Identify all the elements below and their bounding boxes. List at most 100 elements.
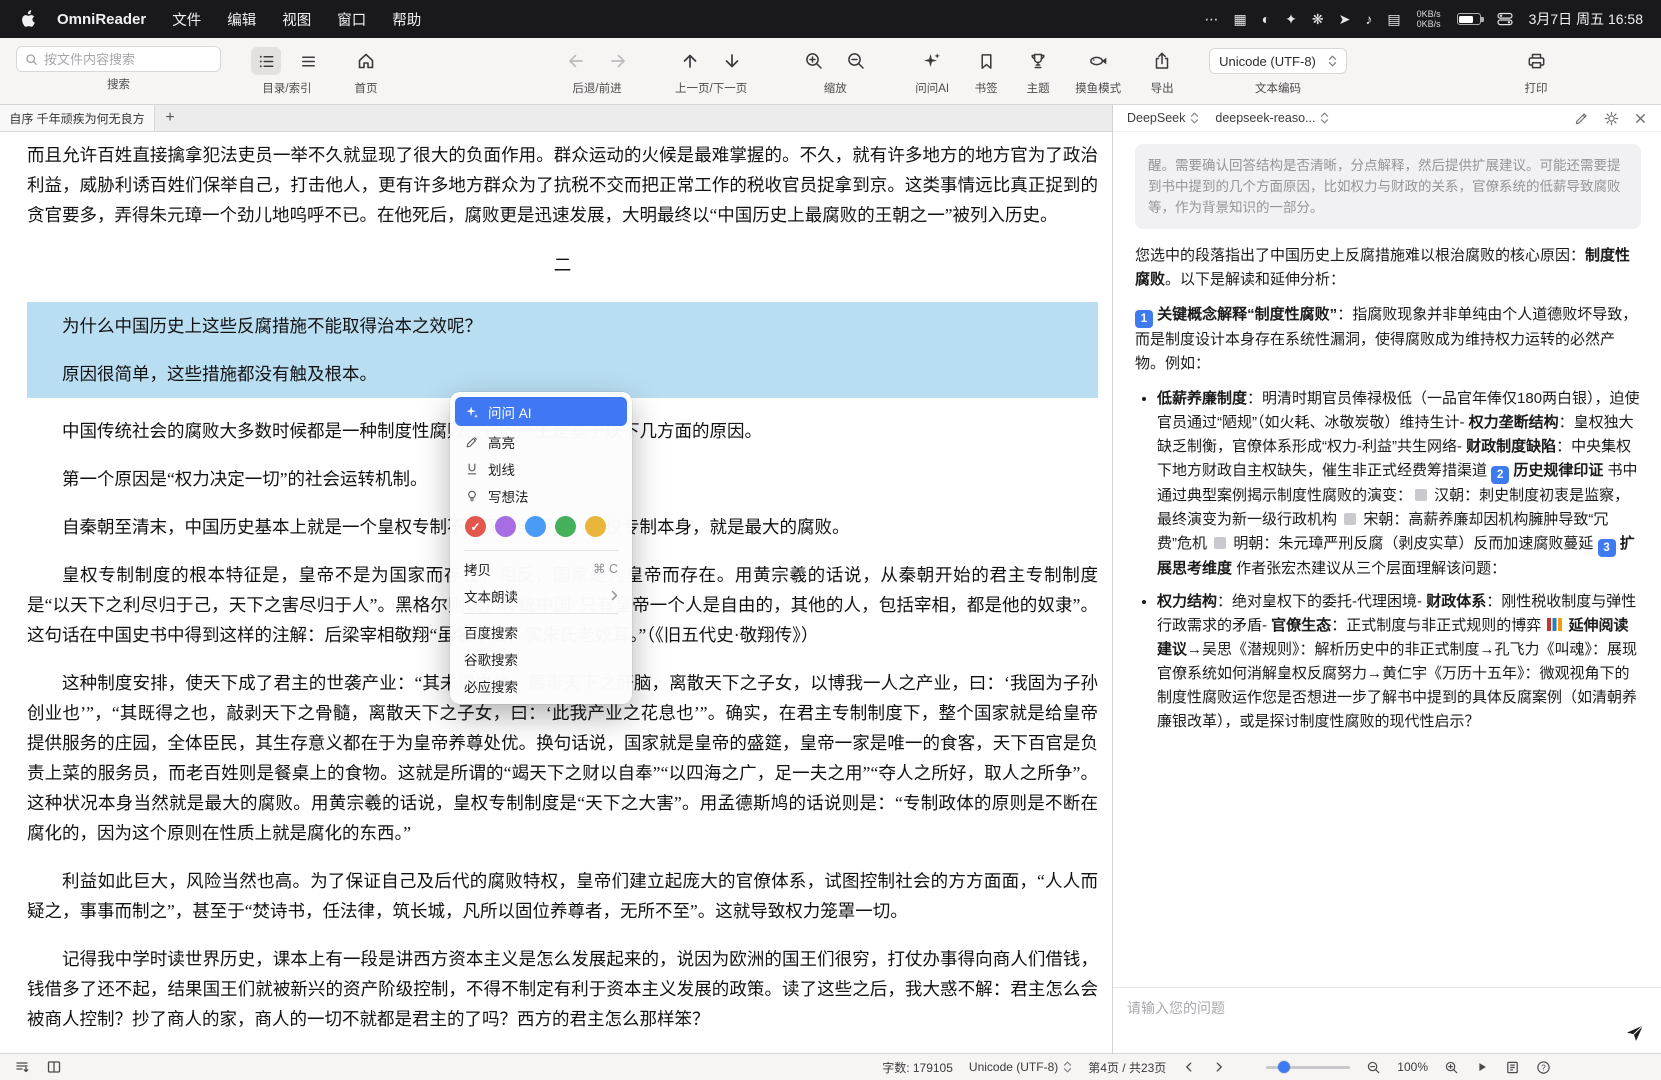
- app-icon-music[interactable]: ♪: [1365, 11, 1372, 27]
- theme-label: 主题: [1026, 83, 1050, 95]
- main-area: 自序 千年顽疾为何无良方 + 而且允许百姓直接擒拿犯法吏员一举不久就显现了很大的…: [0, 105, 1661, 1053]
- menubar-menu[interactable]: 视图: [282, 9, 311, 30]
- apple-menu-icon[interactable]: [20, 10, 35, 28]
- home-button[interactable]: [351, 47, 381, 75]
- auto-scroll-icon[interactable]: [14, 1059, 30, 1075]
- ai-conversation[interactable]: 醒。需要确认回答结构是否清晰，分点解释，然后提供扩展建议。可能还需要提到书中提到…: [1113, 132, 1661, 987]
- highlighter-icon: [464, 435, 480, 449]
- menubar-menu[interactable]: 窗口: [337, 9, 366, 30]
- toolbar-group-fish-mode: 摸鱼模式: [1075, 46, 1121, 96]
- more-icon[interactable]: ⋯: [1204, 11, 1218, 28]
- toolbar-group-paging: 上一页/下一页: [675, 46, 747, 96]
- help-icon[interactable]: ?: [1536, 1060, 1551, 1075]
- context-write-thought-label: 写想法: [488, 489, 529, 505]
- theme-button[interactable]: [1023, 47, 1053, 75]
- ask-ai-button[interactable]: [917, 47, 947, 75]
- thumbnail-panel-icon[interactable]: [1505, 1060, 1520, 1075]
- annotation-color-dot[interactable]: [495, 516, 516, 537]
- app-window: OmniReader 文件 编辑 视图 窗口 帮助 ⋯ ▦ ◐ ✦ ❋ ➤ ♪ ▤ 0KB/s 0KB…: [0, 0, 1661, 1080]
- context-menu: 问问 AI 高亮 划线 写想法 ✓ 拷贝 ⌘ C 文本朗读 百度搜索 谷歌搜索 …: [450, 392, 632, 704]
- new-chat-icon[interactable]: [1574, 111, 1589, 126]
- export-button[interactable]: [1147, 47, 1177, 75]
- tab-active[interactable]: 自序 千年顽疾为何无良方: [0, 105, 155, 131]
- settings-gear-icon[interactable]: [1604, 111, 1619, 126]
- annotation-color-dot[interactable]: ✓: [465, 516, 486, 537]
- app-icon-launcher[interactable]: ✦: [1285, 11, 1297, 28]
- battery-icon[interactable]: [1456, 13, 1484, 25]
- auto-read-play-icon[interactable]: [1475, 1060, 1489, 1074]
- content-search-box[interactable]: [16, 46, 221, 72]
- app-icon-messenger[interactable]: ➤: [1339, 11, 1351, 28]
- provider-name: DeepSeek: [1127, 111, 1186, 125]
- annotation-color-dot[interactable]: [555, 516, 576, 537]
- zoom-out-button[interactable]: [841, 47, 871, 75]
- tab-title: 自序 千年顽疾为何无良方: [9, 111, 145, 126]
- menu-separator: [464, 613, 618, 614]
- context-underline-item[interactable]: 划线: [455, 455, 627, 482]
- screen-mirror-icon[interactable]: ▦: [1233, 11, 1246, 28]
- app-name[interactable]: OmniReader: [57, 11, 146, 28]
- app-icon-assistant[interactable]: ◐: [1262, 11, 1270, 27]
- next-page-button[interactable]: [717, 47, 747, 75]
- statusbar-zoom-out-icon[interactable]: [1366, 1060, 1381, 1075]
- zoom-slider[interactable]: [1266, 1061, 1351, 1073]
- chevron-up-down-icon: [1328, 55, 1337, 67]
- menu-separator: [464, 550, 618, 551]
- app-icon-ai[interactable]: ❋: [1312, 11, 1324, 28]
- back-button[interactable]: [561, 47, 591, 75]
- menubar-menu[interactable]: 帮助: [392, 9, 421, 30]
- zoom-label: 缩放: [823, 83, 847, 95]
- toolbar-group-encoding: Unicode (UTF-8) 文本编码: [1209, 46, 1347, 96]
- add-tab-button[interactable]: +: [155, 105, 185, 131]
- index-button[interactable]: [293, 47, 323, 75]
- annotation-color-dot[interactable]: [525, 516, 546, 537]
- close-panel-icon[interactable]: [1634, 112, 1647, 125]
- encoding-label: 文本编码: [1254, 83, 1301, 95]
- network-speed-indicator[interactable]: 0KB/s 0KB/s: [1417, 9, 1441, 29]
- fish-mode-button[interactable]: [1083, 47, 1113, 75]
- doc-paragraph: 二: [553, 255, 572, 275]
- model-name: deepseek-reaso...: [1215, 111, 1316, 125]
- print-label: 打印: [1524, 83, 1548, 95]
- annotation-color-dot[interactable]: [585, 516, 606, 537]
- app-icon-stats[interactable]: ▤: [1387, 11, 1400, 28]
- search-input[interactable]: [44, 51, 220, 67]
- ai-question-input[interactable]: [1127, 998, 1569, 1043]
- page-forward-icon[interactable]: [1212, 1060, 1226, 1074]
- context-write-thought-item[interactable]: 写想法: [455, 482, 627, 509]
- statusbar-encoding-dropdown[interactable]: Unicode (UTF-8): [969, 1060, 1072, 1074]
- ai-answer-intro: 您选中的段落指出了中国历史上反腐措施难以根治腐败的核心原因：制度性腐败。以下是解…: [1135, 247, 1631, 288]
- statusbar-zoom-in-icon[interactable]: [1444, 1060, 1459, 1075]
- provider-dropdown[interactable]: DeepSeek: [1127, 111, 1199, 125]
- zoom-slider-knob[interactable]: [1278, 1061, 1291, 1073]
- menubar-menu[interactable]: 文件: [172, 9, 201, 30]
- previous-page-button[interactable]: [675, 47, 705, 75]
- reading-mode-icon[interactable]: [46, 1059, 62, 1075]
- control-center-icon[interactable]: [1497, 12, 1513, 26]
- bookmark-button[interactable]: [971, 47, 1001, 75]
- print-button[interactable]: [1521, 47, 1551, 75]
- zoom-in-button[interactable]: [799, 47, 829, 75]
- context-web-search-item[interactable]: 谷歌搜索: [455, 645, 627, 672]
- context-search-items: 百度搜索 谷歌搜索 必应搜索: [455, 618, 627, 699]
- search-icon: [25, 53, 38, 66]
- context-web-search-item[interactable]: 必应搜索: [455, 672, 627, 699]
- send-button[interactable]: [1625, 1023, 1645, 1043]
- page-back-icon[interactable]: [1182, 1060, 1196, 1074]
- encoding-dropdown[interactable]: Unicode (UTF-8): [1209, 48, 1347, 74]
- annotation-color-row: ✓: [455, 509, 627, 546]
- model-dropdown[interactable]: deepseek-reaso...: [1215, 111, 1329, 125]
- context-ask-ai-item[interactable]: 问问 AI: [455, 397, 627, 426]
- toc-button[interactable]: [251, 47, 281, 75]
- fish-mode-label: 摸鱼模式: [1075, 83, 1122, 95]
- forward-button[interactable]: [603, 47, 633, 75]
- context-copy-item[interactable]: 拷贝 ⌘ C: [455, 555, 627, 582]
- menubar-clock[interactable]: 3月7日 周五 16:58: [1529, 9, 1643, 29]
- context-speech-item[interactable]: 文本朗读: [455, 582, 627, 609]
- context-highlight-item[interactable]: 高亮: [455, 428, 627, 455]
- submenu-chevron-icon: [611, 590, 618, 601]
- zoom-percentage: 100%: [1397, 1060, 1428, 1074]
- menubar-menu[interactable]: 编辑: [227, 9, 256, 30]
- tab-bar: 自序 千年顽疾为何无良方 +: [0, 105, 1112, 132]
- context-web-search-item[interactable]: 百度搜索: [455, 618, 627, 645]
